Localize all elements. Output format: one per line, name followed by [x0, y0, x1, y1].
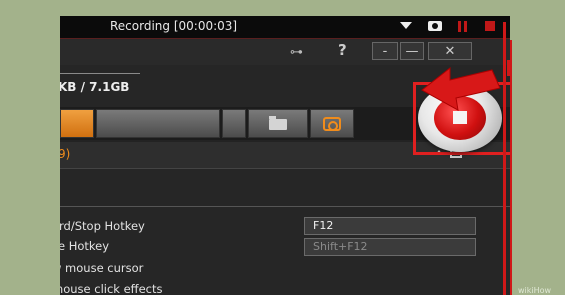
recording-title: Recording [00:00:03] [110, 19, 238, 33]
divider [60, 73, 140, 74]
pause-icon[interactable] [458, 21, 467, 32]
toolbar-button[interactable] [96, 109, 220, 138]
camera-icon [323, 117, 341, 131]
record-stop-hotkey-field[interactable]: F12 [304, 217, 476, 235]
open-folder-button[interactable] [248, 109, 308, 138]
show-cursor-label[interactable]: w mouse cursor [60, 261, 143, 275]
section-title: 9) [60, 147, 71, 161]
close-button[interactable]: ✕ [428, 42, 472, 60]
camera-icon[interactable] [428, 21, 442, 31]
toolbar-button[interactable] [222, 109, 246, 138]
storage-usage: KB / 7.1GB [60, 80, 130, 94]
stop-icon[interactable] [485, 21, 495, 31]
background-frame: Recording [00:00:03] ) ⊶ ? - — ✕ KB / 7.… [0, 0, 565, 295]
pause-hotkey-field[interactable]: Shift+F12 [304, 238, 476, 256]
pointer-arrow-icon [421, 66, 501, 111]
help-icon[interactable]: ? [338, 41, 347, 59]
record-mode-button[interactable] [60, 109, 94, 138]
watermark: wikiHow [518, 286, 552, 295]
folder-icon [269, 116, 287, 130]
key-icon[interactable]: ⊶ [290, 45, 303, 60]
minimize-mini-button[interactable]: - [372, 42, 398, 60]
chevron-down-icon[interactable] [400, 22, 412, 29]
settings-panel: ord/Stop Hotkey F12 se Hotkey Shift+F12 … [60, 169, 510, 295]
divider [60, 206, 510, 207]
pause-hotkey-label: se Hotkey [60, 239, 110, 253]
header-partial-text: ) [60, 44, 61, 59]
screenshot-button[interactable] [310, 109, 354, 138]
record-stop-hotkey-label: ord/Stop Hotkey [60, 219, 145, 233]
recording-bar: Recording [00:00:03] [60, 16, 510, 39]
recorder-window: Recording [00:00:03] ) ⊶ ? - — ✕ KB / 7.… [60, 16, 510, 295]
minimize-button[interactable]: — [400, 42, 424, 60]
click-effects-label[interactable]: mouse click effects [60, 282, 163, 295]
